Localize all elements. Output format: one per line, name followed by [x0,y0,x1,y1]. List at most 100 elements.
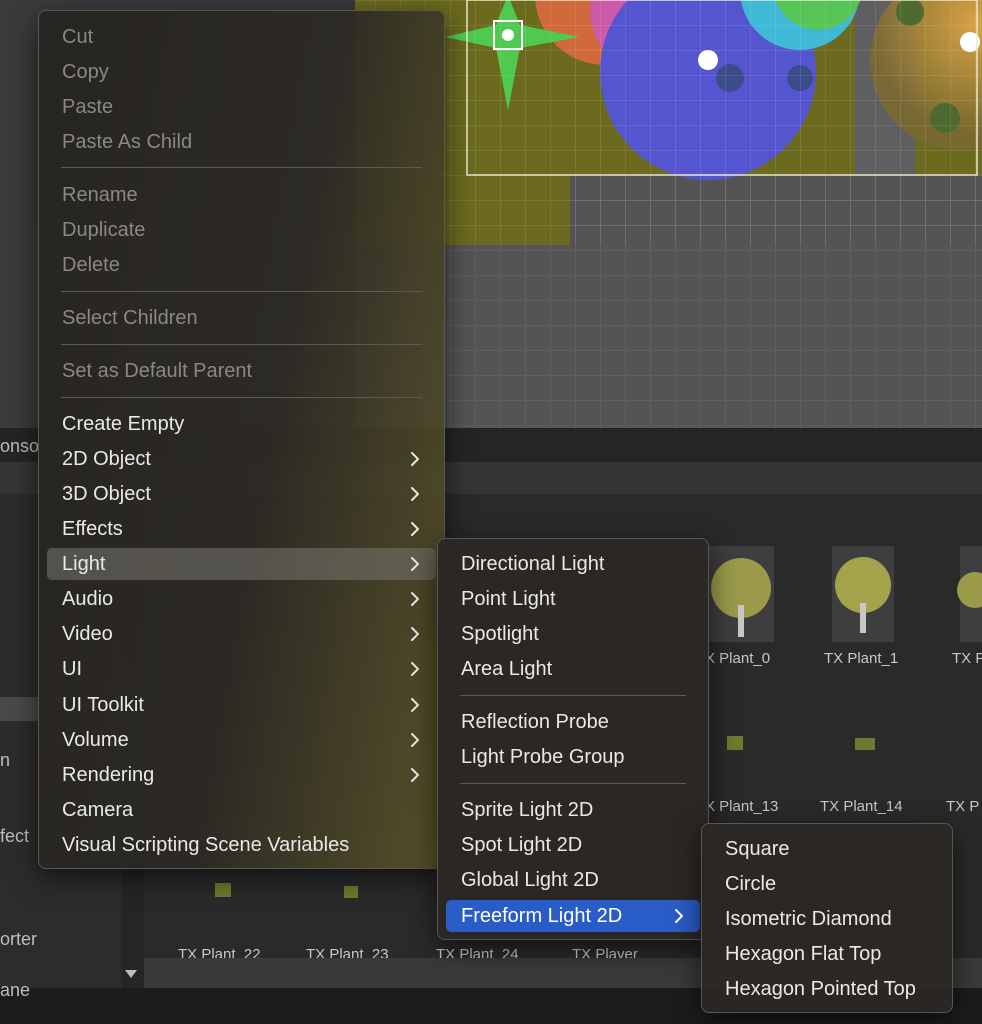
menu-item-spotlight[interactable]: Spotlight [446,618,700,650]
menu-item-label: Paste [62,96,114,118]
menu-item-reflection-probe[interactable]: Reflection Probe [446,706,700,738]
asset-label[interactable]: TX Plant_14 [820,798,903,815]
menu-item-light[interactable]: Light [47,548,436,580]
asset-label[interactable]: TX Plant_23 [306,946,389,958]
menu-separator [460,783,686,784]
menu-separator [61,344,422,345]
menu-item-cut[interactable]: Cut [47,21,436,53]
menu-item-label: Select Children [62,307,198,329]
chevron-right-icon [411,627,419,641]
menu-item-ui-toolkit[interactable]: UI Toolkit [47,689,436,721]
menu-separator [61,397,422,398]
menu-item-label: Hexagon Pointed Top [725,978,916,1000]
menu-item-label: Hexagon Flat Top [725,943,882,965]
menu-item-label: Directional Light [461,553,605,575]
menu-item-delete[interactable]: Delete [47,249,436,281]
chevron-right-icon [411,487,419,501]
menu-item-label: Delete [62,254,120,276]
menu-item-label: Spot Light 2D [461,834,583,856]
menu-item-label: Audio [62,588,114,610]
menu-item-label: Effects [62,518,123,540]
chevron-right-icon [675,909,683,923]
menu-item-label: Paste As Child [62,131,193,153]
menu-item-label: Global Light 2D [461,869,599,891]
menu-item-duplicate[interactable]: Duplicate [47,214,436,246]
menu-item-label: Cut [62,26,94,48]
menu-item-paste[interactable]: Paste [47,91,436,123]
menu-item-audio[interactable]: Audio [47,583,436,615]
chevron-right-icon [411,452,419,466]
menu-item-sprite-light-2d[interactable]: Sprite Light 2D [446,794,700,826]
menu-item-label: 3D Object [62,483,151,505]
menu-item-hexagon-pointed-top[interactable]: Hexagon Pointed Top [710,973,944,1005]
menu-item-label: Camera [62,799,134,821]
menu-item-ui[interactable]: UI [47,653,436,685]
menu-item-label: Visual Scripting Scene Variables [62,834,350,856]
menu-item-global-light-2d[interactable]: Global Light 2D [446,864,700,896]
asset-label[interactable]: TX P [946,798,979,815]
menu-item-freeform-light-2d[interactable]: Freeform Light 2D [446,900,700,932]
menu-item-label: Rendering [62,764,155,786]
menu-item-camera[interactable]: Camera [47,794,436,826]
menu-item-circle[interactable]: Circle [710,868,944,900]
menu-item-isometric-diamond[interactable]: Isometric Diamond [710,903,944,935]
menu-item-select-children[interactable]: Select Children [47,302,436,334]
menu-item-directional-light[interactable]: Directional Light [446,548,700,580]
asset-label[interactable]: X Plant_13 [705,798,778,815]
menu-item-label: Light Probe Group [461,746,625,768]
menu-item-light-probe-group[interactable]: Light Probe Group [446,741,700,773]
menu-item-label: Point Light [461,588,556,610]
menu-item-label: Duplicate [62,219,146,241]
menu-item-rename[interactable]: Rename [47,179,436,211]
menu-item-hexagon-flat-top[interactable]: Hexagon Flat Top [710,938,944,970]
console-tab-fragment[interactable]: onso [0,436,39,457]
chevron-right-icon [411,662,419,676]
left-panel-fragment: fect [0,826,30,846]
menu-item-paste-as-child[interactable]: Paste As Child [47,126,436,158]
light-submenu: Directional Light Point Light Spotlight … [437,538,709,940]
left-panel-fragment: ane [0,980,31,1000]
chevron-right-icon [411,733,419,747]
menu-item-square[interactable]: Square [710,833,944,865]
menu-item-point-light[interactable]: Point Light [446,583,700,615]
freeform-light-2d-submenu: Square Circle Isometric Diamond Hexagon … [701,823,953,1013]
chevron-right-icon [411,592,419,606]
asset-label[interactable]: X Plant_0 [705,650,770,667]
menu-item-area-light[interactable]: Area Light [446,653,700,685]
menu-item-volume[interactable]: Volume [47,724,436,756]
menu-item-2d-object[interactable]: 2D Object [47,443,436,475]
asset-label[interactable]: TX Plant_1 [824,650,898,667]
menu-item-rendering[interactable]: Rendering [47,759,436,791]
menu-item-create-empty[interactable]: Create Empty [47,408,436,440]
menu-item-set-default-parent[interactable]: Set as Default Parent [47,355,436,387]
menu-item-label: Create Empty [62,413,185,435]
menu-separator [460,695,686,696]
menu-item-label: Volume [62,729,129,751]
menu-item-visual-scripting-scene-variables[interactable]: Visual Scripting Scene Variables [47,829,436,861]
asset-label[interactable]: TX Plant_22 [178,946,261,958]
chevron-right-icon [411,698,419,712]
menu-item-video[interactable]: Video [47,618,436,650]
chevron-right-icon [411,768,419,782]
menu-item-copy[interactable]: Copy [47,56,436,88]
menu-item-label: Isometric Diamond [725,908,892,930]
menu-separator [61,167,422,168]
menu-item-label: Freeform Light 2D [461,905,623,927]
menu-item-label: Copy [62,61,109,83]
menu-item-label: Set as Default Parent [62,360,253,382]
menu-item-label: Spotlight [461,623,539,645]
menu-item-label: UI [62,658,82,680]
menu-item-spot-light-2d[interactable]: Spot Light 2D [446,829,700,861]
menu-item-effects[interactable]: Effects [47,513,436,545]
menu-item-label: Reflection Probe [461,711,609,733]
asset-label[interactable]: TX Player [572,946,638,958]
hierarchy-context-menu: Cut Copy Paste Paste As Child Rename Dup… [38,10,445,869]
menu-item-3d-object[interactable]: 3D Object [47,478,436,510]
chevron-right-icon [411,557,419,571]
menu-item-label: Sprite Light 2D [461,799,594,821]
asset-label[interactable]: TX Plant_24 [436,946,519,958]
menu-item-label: UI Toolkit [62,694,144,716]
menu-item-label: Circle [725,873,777,895]
chevron-right-icon [411,522,419,536]
asset-label[interactable]: TX P [952,650,982,667]
